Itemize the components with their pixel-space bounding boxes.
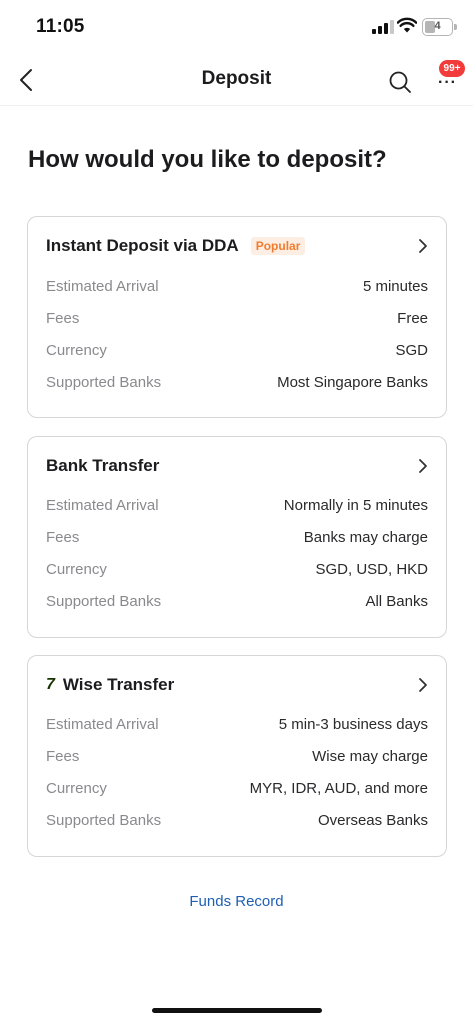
detail-row: Estimated Arrival Normally in 5 minutes <box>46 497 428 517</box>
row-value: SGD, USD, HKD <box>315 561 428 578</box>
status-time: 11:05 <box>36 16 85 37</box>
row-label: Supported Banks <box>46 593 162 610</box>
row-label: Currency <box>46 561 107 578</box>
notification-badge: 99+ <box>439 60 465 77</box>
row-value: Free <box>397 310 428 327</box>
row-label: Fees <box>46 310 80 327</box>
battery-icon: 4 <box>422 18 453 36</box>
detail-row: Currency SGD <box>46 342 428 362</box>
card-header: Bank Transfer <box>46 455 428 477</box>
row-label: Supported Banks <box>46 374 162 391</box>
search-button[interactable] <box>384 66 416 98</box>
battery-level: 4 <box>434 20 441 32</box>
chevron-right-icon <box>408 235 428 257</box>
wise-logo-icon: 7 <box>46 676 55 693</box>
detail-row: Fees Free <box>46 310 428 330</box>
cellular-signal-icon <box>372 20 394 34</box>
deposit-method-card-wise[interactable]: 7 Wise Transfer Estimated Arrival 5 min-… <box>27 655 447 857</box>
row-label: Fees <box>46 748 80 765</box>
row-value: SGD <box>395 342 428 359</box>
detail-row: Estimated Arrival 5 min-3 business days <box>46 716 428 736</box>
detail-row: Supported Banks Overseas Banks <box>46 812 428 832</box>
row-label: Currency <box>46 342 107 359</box>
detail-row: Supported Banks Most Singapore Banks <box>46 374 428 394</box>
home-indicator[interactable] <box>152 1008 322 1013</box>
row-label: Estimated Arrival <box>46 716 159 733</box>
method-title: Instant Deposit via DDA <box>46 236 239 255</box>
row-value: Most Singapore Banks <box>277 374 428 391</box>
row-value: MYR, IDR, AUD, and more <box>249 780 428 797</box>
row-label: Estimated Arrival <box>46 497 159 514</box>
row-value: Banks may charge <box>303 529 428 546</box>
funds-record-link[interactable]: Funds Record <box>0 893 473 910</box>
detail-row: Fees Wise may charge <box>46 748 428 768</box>
row-label: Supported Banks <box>46 812 162 829</box>
popular-tag: Popular <box>250 237 306 255</box>
row-label: Currency <box>46 780 107 797</box>
row-value: All Banks <box>365 593 428 610</box>
detail-row: Fees Banks may charge <box>46 529 428 549</box>
search-icon <box>389 71 411 93</box>
card-header: 7 Wise Transfer <box>46 674 428 696</box>
battery-tip <box>454 24 457 30</box>
wifi-icon <box>397 17 417 33</box>
detail-row: Currency MYR, IDR, AUD, and more <box>46 780 428 800</box>
row-value: Normally in 5 minutes <box>283 497 428 514</box>
row-label: Fees <box>46 529 80 546</box>
detail-row: Supported Banks All Banks <box>46 593 428 613</box>
detail-row: Currency SGD, USD, HKD <box>46 561 428 581</box>
deposit-method-card-bank-transfer[interactable]: Bank Transfer Estimated Arrival Normally… <box>27 436 447 638</box>
deposit-heading: How would you like to deposit? <box>28 146 387 173</box>
row-value: Wise may charge <box>312 748 428 765</box>
method-title: Bank Transfer <box>46 456 160 475</box>
status-bar: 11:05 4 <box>0 0 473 56</box>
deposit-method-card-dda[interactable]: Instant Deposit via DDA Popular Estimate… <box>27 216 447 418</box>
row-label: Estimated Arrival <box>46 278 159 295</box>
card-header: Instant Deposit via DDA Popular <box>46 235 428 257</box>
detail-row: Estimated Arrival 5 minutes <box>46 278 428 298</box>
chevron-right-icon <box>408 455 428 477</box>
row-value: Overseas Banks <box>317 812 428 829</box>
chevron-right-icon <box>408 674 428 696</box>
row-value: 5 minutes <box>362 278 428 295</box>
row-value: 5 min-3 business days <box>278 716 428 733</box>
method-title: Wise Transfer <box>62 675 175 694</box>
navigation-bar: Deposit ··· <box>0 56 473 106</box>
